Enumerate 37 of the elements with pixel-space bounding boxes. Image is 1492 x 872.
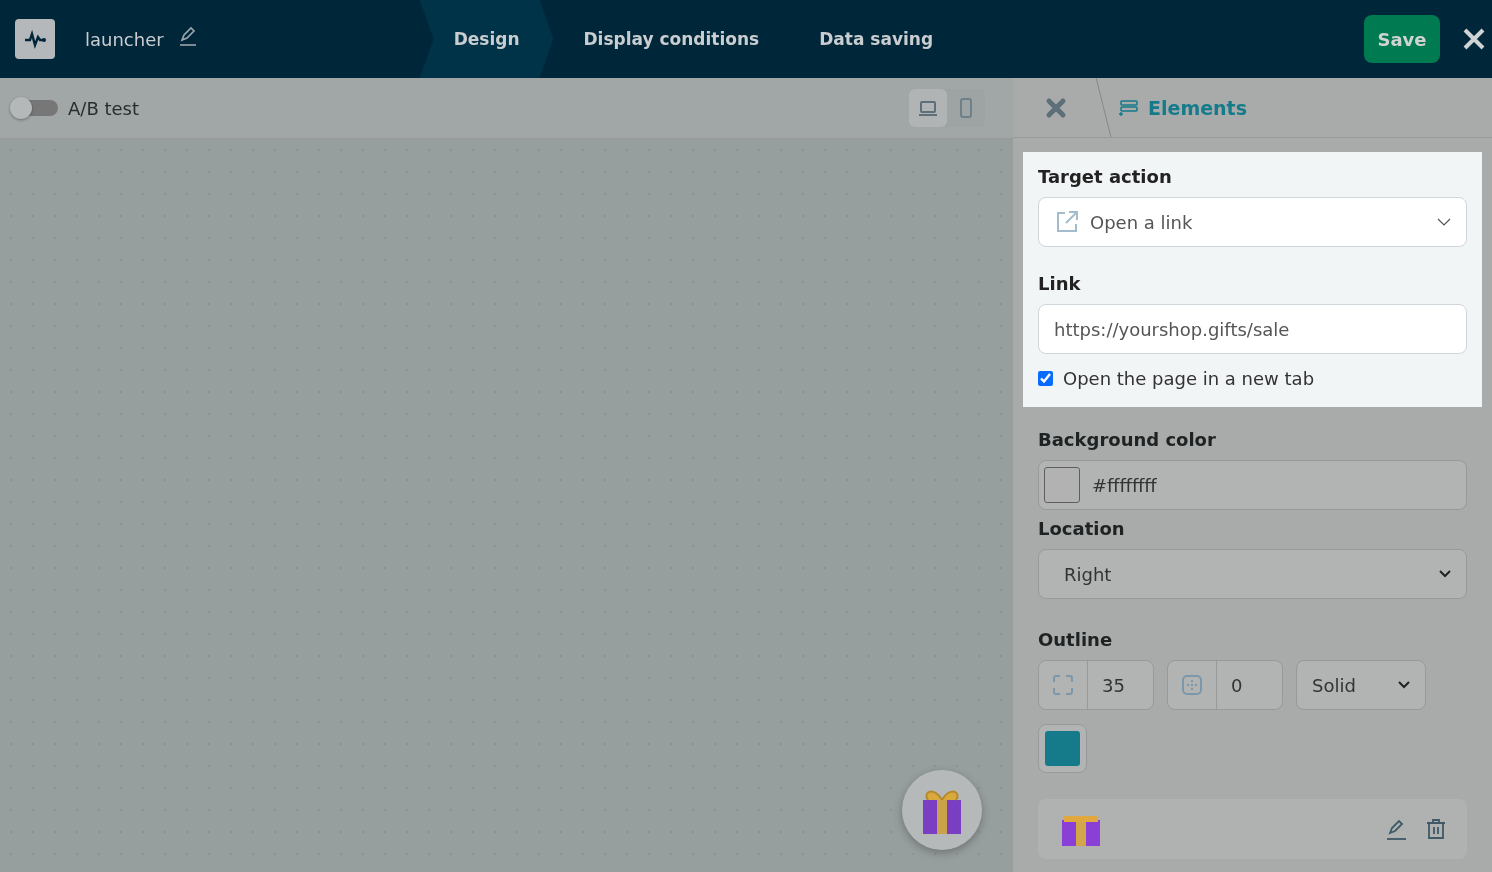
- radius-field[interactable]: 35: [1038, 660, 1154, 710]
- field-label: Background color: [1038, 429, 1217, 450]
- step-tab[interactable]: Display conditions: [553, 0, 790, 78]
- outline-color-button[interactable]: [1038, 724, 1087, 773]
- field-label: Outline: [1038, 629, 1114, 650]
- launcher-name: launcher: [85, 28, 164, 50]
- field-label: Target action: [1038, 166, 1173, 187]
- chevron-down-icon: [1398, 681, 1410, 689]
- location-dropdown[interactable]: Right: [1038, 549, 1467, 599]
- new-tab-checkbox[interactable]: [1038, 371, 1053, 386]
- checkbox-label: Open the page in a new tab: [1063, 368, 1315, 389]
- border-style-dropdown[interactable]: Solid: [1296, 660, 1426, 710]
- save-button[interactable]: Save: [1364, 15, 1440, 63]
- trash-icon[interactable]: [1425, 818, 1447, 840]
- link-input[interactable]: https://yourshop.gifts/sale: [1038, 304, 1467, 354]
- background-color-field[interactable]: #ffffffff: [1038, 460, 1467, 510]
- dotted-square-icon: [1181, 674, 1203, 696]
- edit-icon[interactable]: [177, 26, 198, 46]
- pulse-logo-icon[interactable]: [15, 19, 55, 59]
- external-link-icon: [1054, 209, 1080, 235]
- close-icon[interactable]: [1462, 27, 1486, 51]
- chevron-down-icon: [1439, 570, 1451, 578]
- color-swatch: [1044, 467, 1080, 503]
- target-action-dropdown[interactable]: Open a link: [1038, 197, 1467, 247]
- step-tab[interactable]: Data saving: [789, 0, 964, 78]
- chevron-down-icon: [1437, 218, 1451, 226]
- list-icon: [1118, 98, 1138, 117]
- gift-launcher-button[interactable]: [902, 770, 982, 850]
- field-label: Link: [1038, 273, 1082, 294]
- step-tab[interactable]: Design: [419, 0, 554, 78]
- corners-icon: [1052, 674, 1074, 696]
- edit-icon[interactable]: [1385, 818, 1407, 840]
- border-width-field[interactable]: 0: [1167, 660, 1283, 710]
- ab-test-label: A/B test: [68, 97, 139, 119]
- field-label: Location: [1038, 518, 1126, 539]
- laptop-icon[interactable]: [909, 89, 947, 127]
- ab-test-toggle[interactable]: [12, 100, 58, 116]
